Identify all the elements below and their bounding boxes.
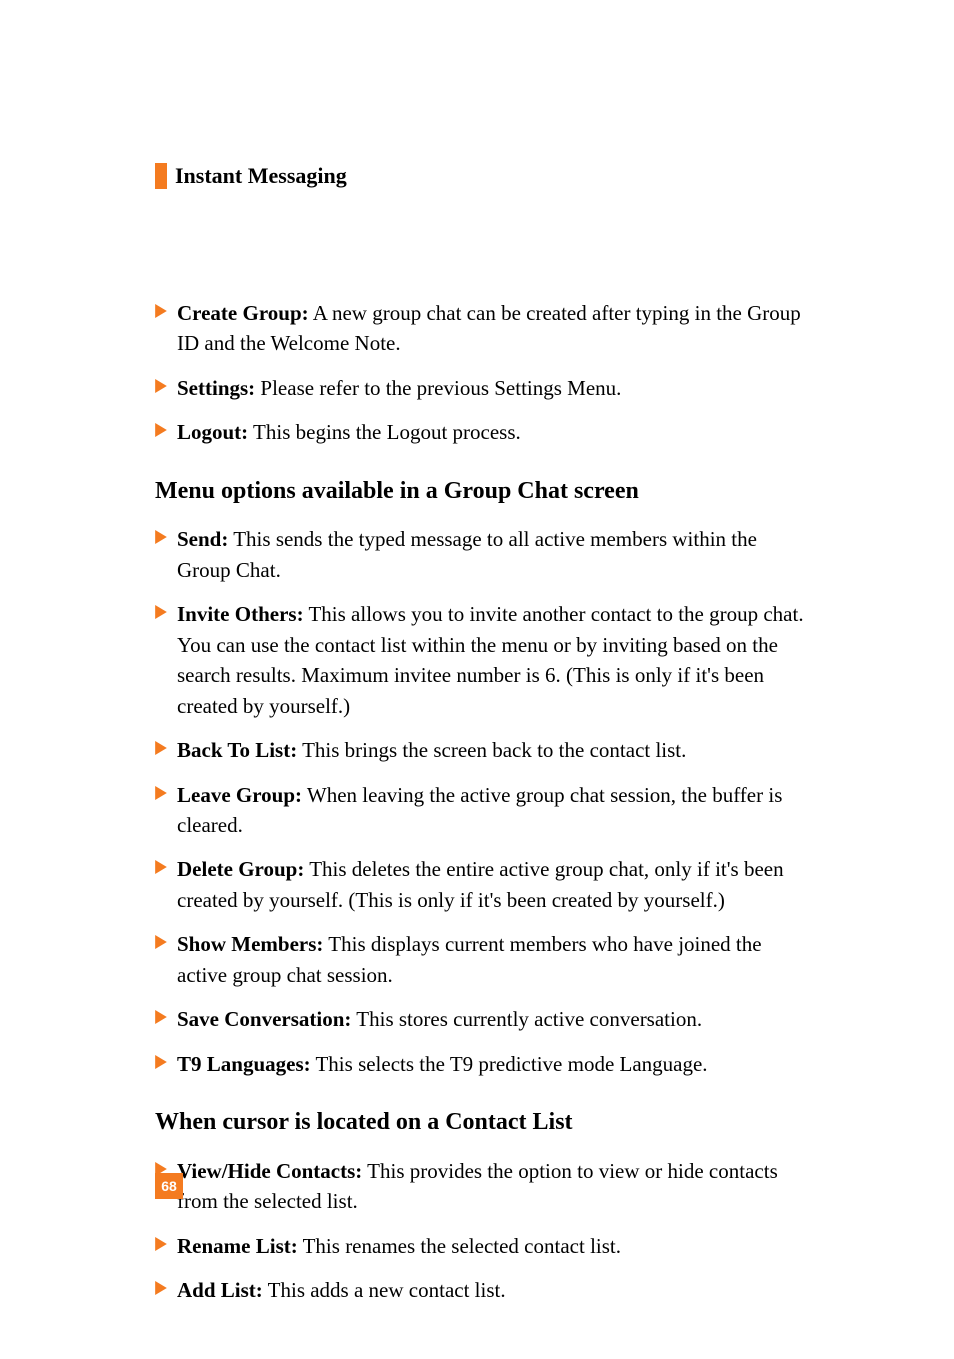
subheading-contact-list: When cursor is located on a Contact List (155, 1105, 814, 1140)
section-title-row: Instant Messaging (155, 160, 814, 192)
list-item: Delete Group: This deletes the entire ac… (155, 854, 814, 915)
bullet-text: Settings: Please refer to the previous S… (177, 373, 814, 403)
bullet-list-1: Create Group: A new group chat can be cr… (155, 298, 814, 448)
bullet-label: Delete Group: (177, 857, 304, 881)
bullet-desc: This brings the screen back to the conta… (297, 738, 686, 762)
list-item: Rename List: This renames the selected c… (155, 1231, 814, 1261)
bullet-text: Show Members: This displays current memb… (177, 929, 814, 990)
triangle-right-icon (155, 741, 167, 755)
list-item: Invite Others: This allows you to invite… (155, 599, 814, 721)
triangle-right-icon (155, 935, 167, 949)
bullet-label: Show Members: (177, 932, 323, 956)
bullet-desc: This stores currently active conversatio… (351, 1007, 702, 1031)
bullet-text: Rename List: This renames the selected c… (177, 1231, 814, 1261)
page-number-badge: 68 (155, 1173, 183, 1199)
subheading-group-chat: Menu options available in a Group Chat s… (155, 474, 814, 509)
bullet-label: T9 Languages: (177, 1052, 311, 1076)
list-item: Create Group: A new group chat can be cr… (155, 298, 814, 359)
bullet-text: Leave Group: When leaving the active gro… (177, 780, 814, 841)
list-item: Add List: This adds a new contact list. (155, 1275, 814, 1305)
triangle-right-icon (155, 860, 167, 874)
page-number: 68 (161, 1176, 177, 1196)
bullet-text: Delete Group: This deletes the entire ac… (177, 854, 814, 915)
bullet-label: Add List: (177, 1278, 263, 1302)
bullet-text: T9 Languages: This selects the T9 predic… (177, 1049, 814, 1079)
bullet-desc: This selects the T9 predictive mode Lang… (311, 1052, 708, 1076)
list-item: Show Members: This displays current memb… (155, 929, 814, 990)
triangle-right-icon (155, 1010, 167, 1024)
bullet-label: Invite Others: (177, 602, 304, 626)
bullet-text: Save Conversation: This stores currently… (177, 1004, 814, 1034)
bullet-list-3: View/Hide Contacts: This provides the op… (155, 1156, 814, 1306)
triangle-right-icon (155, 605, 167, 619)
bullet-desc: This adds a new contact list. (263, 1278, 506, 1302)
list-item: Logout: This begins the Logout process. (155, 417, 814, 447)
bullet-label: Back To List: (177, 738, 297, 762)
bullet-label: Create Group: (177, 301, 309, 325)
list-item: View/Hide Contacts: This provides the op… (155, 1156, 814, 1217)
bullet-desc: This sends the typed message to all acti… (177, 527, 757, 581)
bullet-desc: This renames the selected contact list. (298, 1234, 621, 1258)
triangle-right-icon (155, 1237, 167, 1251)
page-container: Instant Messaging Create Group: A new gr… (0, 0, 954, 1359)
bullet-desc: This begins the Logout process. (248, 420, 521, 444)
section-title-marker (155, 163, 167, 189)
bullet-label: View/Hide Contacts: (177, 1159, 362, 1183)
bullet-label: Settings: (177, 376, 255, 400)
triangle-right-icon (155, 530, 167, 544)
list-item: Send: This sends the typed message to al… (155, 524, 814, 585)
bullet-text: Create Group: A new group chat can be cr… (177, 298, 814, 359)
bullet-text: View/Hide Contacts: This provides the op… (177, 1156, 814, 1217)
bullet-text: Logout: This begins the Logout process. (177, 417, 814, 447)
triangle-right-icon (155, 1281, 167, 1295)
triangle-right-icon (155, 786, 167, 800)
bullet-label: Send: (177, 527, 228, 551)
bullet-label: Save Conversation: (177, 1007, 351, 1031)
list-item: Save Conversation: This stores currently… (155, 1004, 814, 1034)
bullet-label: Leave Group: (177, 783, 302, 807)
bullet-text: Back To List: This brings the screen bac… (177, 735, 814, 765)
triangle-right-icon (155, 1055, 167, 1069)
triangle-right-icon (155, 423, 167, 437)
bullet-text: Send: This sends the typed message to al… (177, 524, 814, 585)
bullet-desc: Please refer to the previous Settings Me… (255, 376, 621, 400)
section-title: Instant Messaging (175, 160, 347, 192)
bullet-label: Logout: (177, 420, 248, 444)
bullet-text: Add List: This adds a new contact list. (177, 1275, 814, 1305)
list-item: T9 Languages: This selects the T9 predic… (155, 1049, 814, 1079)
list-item: Back To List: This brings the screen bac… (155, 735, 814, 765)
triangle-right-icon (155, 304, 167, 318)
bullet-label: Rename List: (177, 1234, 298, 1258)
list-item: Settings: Please refer to the previous S… (155, 373, 814, 403)
triangle-right-icon (155, 379, 167, 393)
list-item: Leave Group: When leaving the active gro… (155, 780, 814, 841)
bullet-list-2: Send: This sends the typed message to al… (155, 524, 814, 1079)
bullet-text: Invite Others: This allows you to invite… (177, 599, 814, 721)
